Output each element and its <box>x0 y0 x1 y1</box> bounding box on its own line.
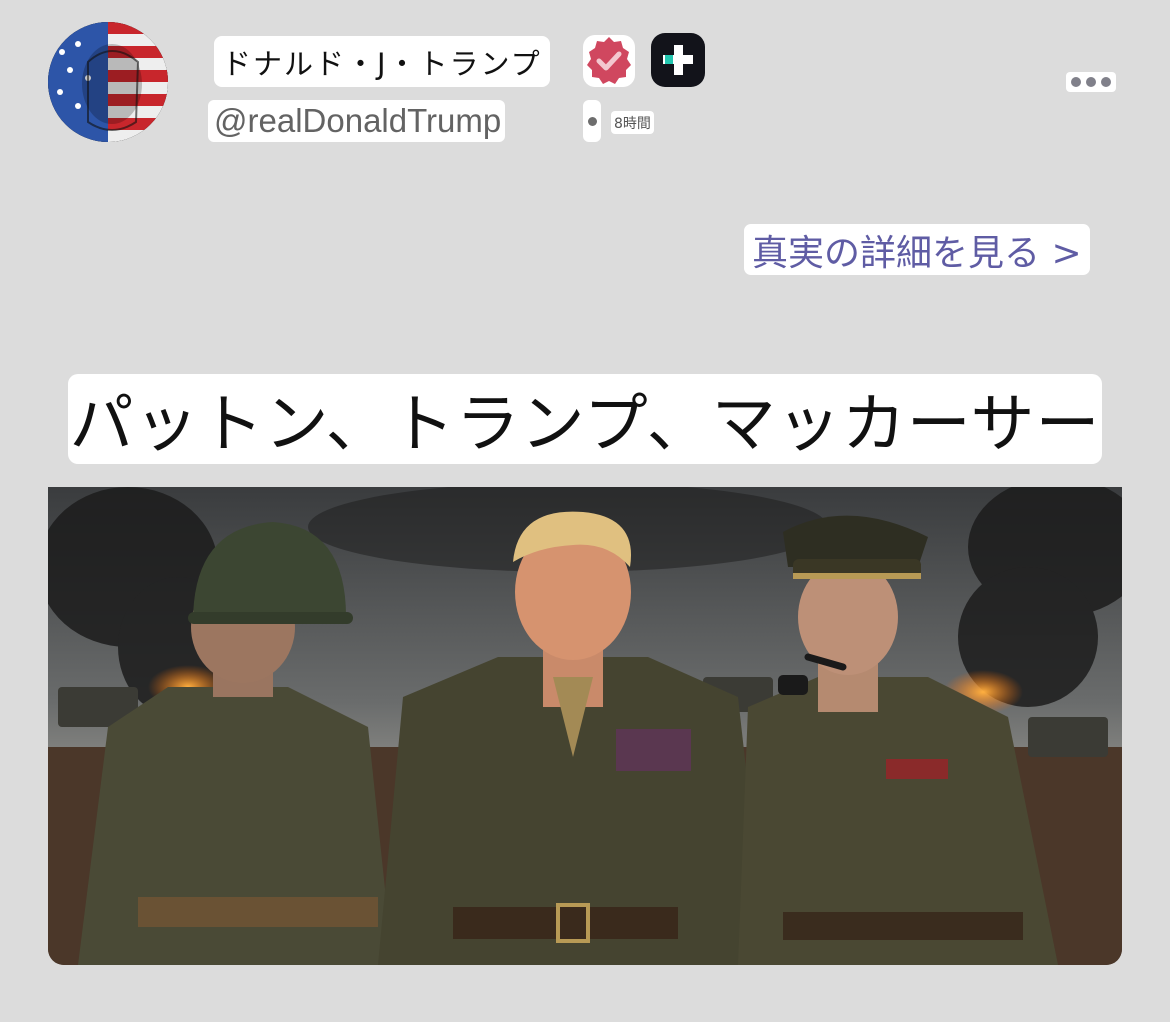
view-truth-details-text: 真実の詳細を見る > <box>752 232 1082 274</box>
post-image[interactable] <box>48 487 1122 965</box>
post-timestamp-text: 8時間 <box>614 115 651 132</box>
view-truth-details-link[interactable]: 真実の詳細を見る > <box>744 224 1090 275</box>
verified-badge-icon <box>581 33 637 89</box>
display-name-text: ドナルド・J・トランプ <box>222 46 542 81</box>
profile-avatar[interactable] <box>48 22 168 142</box>
post-headline-text: パットン、トランプ、マッカーサー <box>69 388 1101 462</box>
more-options-icon[interactable] <box>1066 72 1116 92</box>
post-timestamp[interactable]: 8時間 <box>611 111 654 134</box>
display-name[interactable]: ドナルド・J・トランプ <box>214 36 550 87</box>
user-handle[interactable]: @realDonaldTrump <box>208 100 506 142</box>
post-headline: パットン、トランプ、マッカーサー <box>68 374 1102 464</box>
truth-social-plus-icon[interactable] <box>651 33 705 87</box>
separator-dot <box>583 100 601 142</box>
truth-post: ドナルド・J・トランプ @realDonaldTrump 8時間 真実の詳細を見… <box>0 0 1170 1022</box>
user-handle-text: @realDonaldTrump <box>214 102 502 139</box>
